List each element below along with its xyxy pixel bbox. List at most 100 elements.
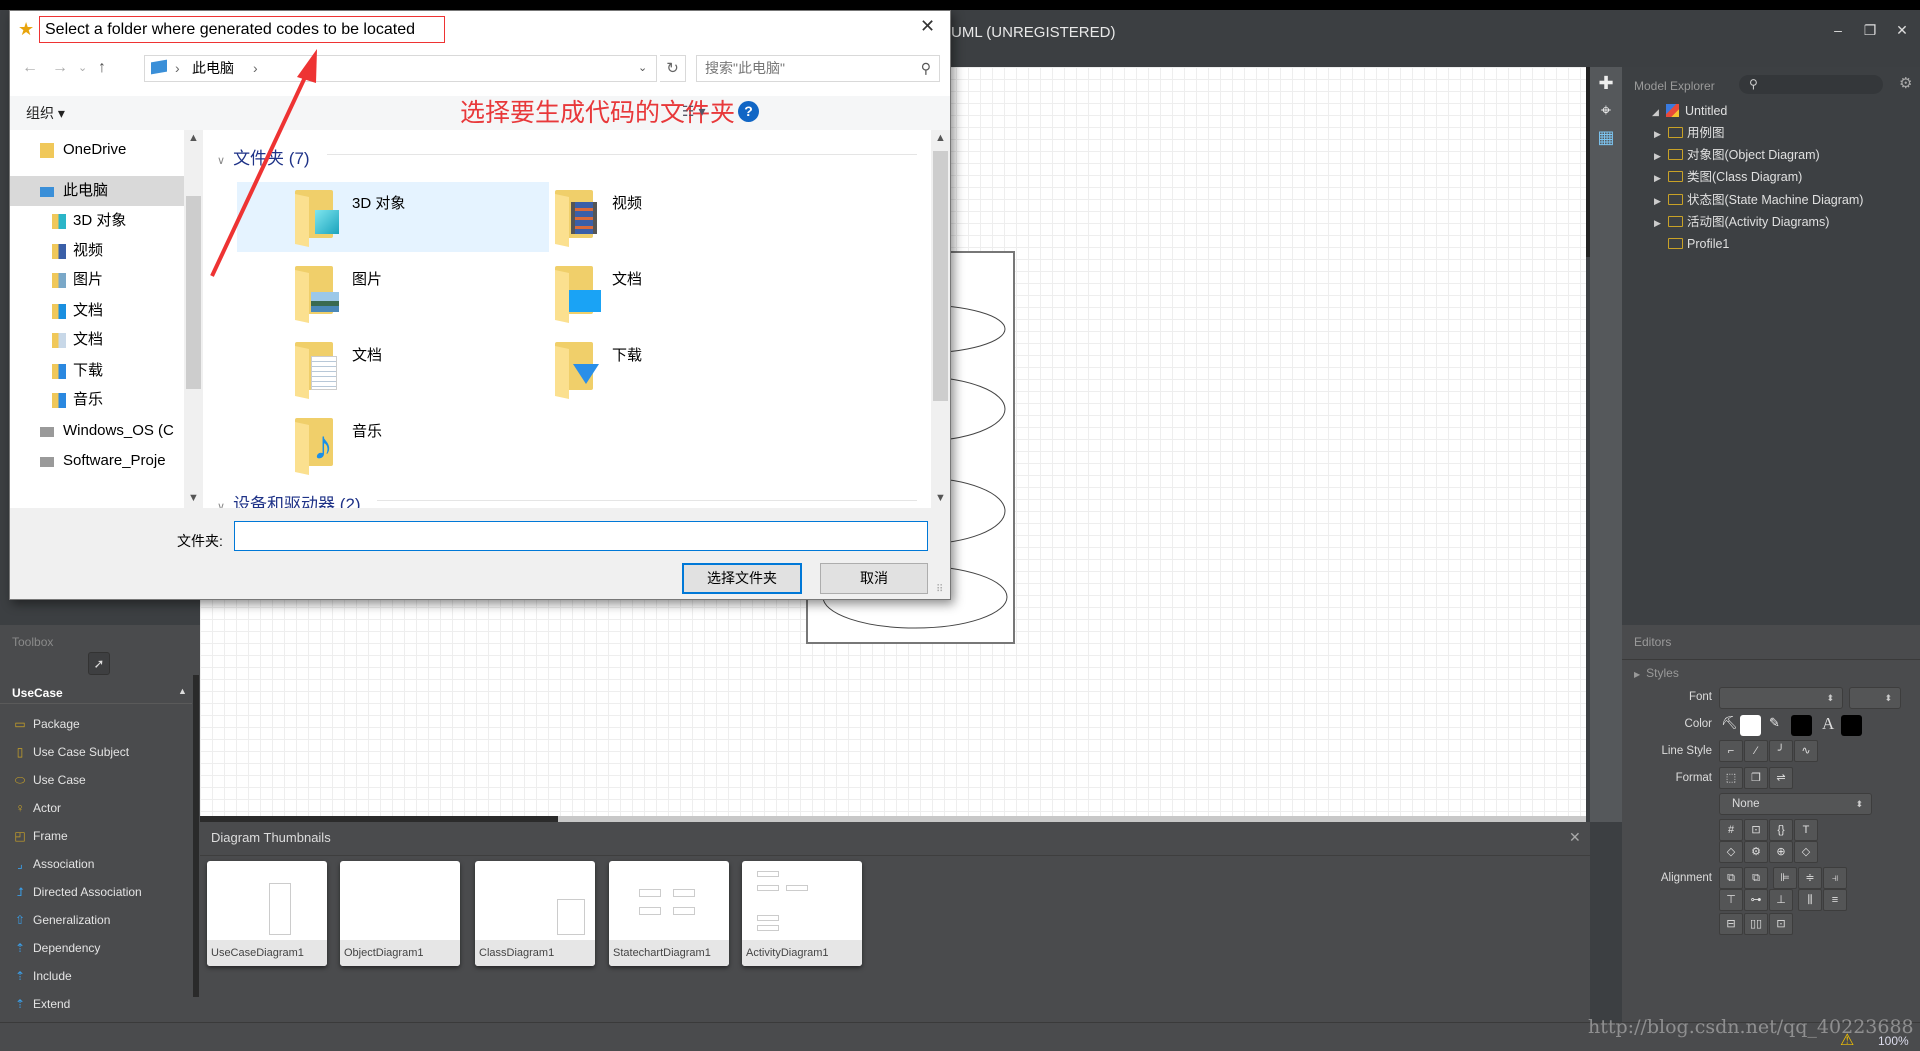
show-property-button[interactable]: ⊡ bbox=[1744, 819, 1768, 841]
toolbox-item-frame[interactable]: ◰ Frame bbox=[12, 825, 67, 847]
styles-section[interactable]: ▶ Styles bbox=[1634, 666, 1679, 680]
crosshair-icon[interactable]: ⌖ bbox=[1596, 100, 1616, 120]
expand-triangle-icon[interactable]: ▶ bbox=[1654, 168, 1668, 188]
diagram-thumbnail[interactable]: StatechartDiagram1 bbox=[609, 861, 729, 966]
toolbox-item-use-case[interactable]: ⬭ Use Case bbox=[12, 769, 86, 791]
same-width-button[interactable]: ▯▯ bbox=[1744, 913, 1768, 935]
shadow-button[interactable]: ❐ bbox=[1744, 767, 1768, 789]
folder-item[interactable]: 文档 bbox=[497, 258, 809, 328]
font-size-select[interactable]: ⬍ bbox=[1849, 687, 1901, 709]
breadcrumb-separator[interactable]: › bbox=[175, 56, 180, 81]
address-dropdown-button[interactable]: ⌄ bbox=[638, 56, 647, 81]
collapse-triangle-icon[interactable]: ◢ bbox=[1652, 102, 1666, 122]
tree-root[interactable]: ◢ Untitled bbox=[1652, 101, 1727, 121]
font-family-select[interactable]: ⬍ bbox=[1719, 687, 1843, 709]
address-bar[interactable]: › 此电脑 › ⌄ bbox=[144, 55, 657, 82]
toolbox-item-subject[interactable]: ▯ Use Case Subject bbox=[12, 741, 129, 763]
format-select[interactable]: None ⬍ bbox=[1719, 793, 1872, 815]
toolbox-item-package[interactable]: ▭ Package bbox=[12, 713, 79, 735]
model-explorer-search[interactable]: ⚲ bbox=[1739, 75, 1883, 94]
suppress-operations-button[interactable]: ⚙ bbox=[1744, 841, 1768, 863]
tree-item[interactable]: ▶ 类图(Class Diagram) bbox=[1654, 167, 1802, 187]
suppress-attributes-button[interactable]: ◇ bbox=[1719, 841, 1743, 863]
line-color-swatch[interactable] bbox=[1791, 715, 1812, 736]
cancel-button[interactable]: 取消 bbox=[820, 563, 928, 594]
toolbox-item-extend[interactable]: ⇡ Extend bbox=[12, 993, 70, 1015]
nav-item[interactable]: Software_Proje bbox=[10, 446, 184, 476]
resize-grip-icon[interactable]: ⠿ bbox=[936, 584, 943, 595]
space-vertical-button[interactable]: ≡ bbox=[1823, 889, 1847, 911]
nav-item[interactable]: 下载 bbox=[10, 356, 184, 386]
bring-to-front-button[interactable]: ⧉ bbox=[1719, 867, 1743, 889]
align-middle-button[interactable]: ⊶ bbox=[1744, 889, 1768, 911]
folder-item[interactable]: 下载 bbox=[497, 334, 809, 404]
expand-triangle-icon[interactable]: ▶ bbox=[1654, 146, 1668, 166]
fill-color-swatch[interactable] bbox=[1740, 715, 1761, 736]
toolbox-item-directed-association[interactable]: ⮥ Directed Association bbox=[12, 881, 141, 903]
drives-section-header[interactable]: ∨ 设备和驱动器 (2) bbox=[217, 490, 361, 508]
warning-icon[interactable]: ⚠ bbox=[1840, 1030, 1854, 1050]
show-namespace-button[interactable]: # bbox=[1719, 819, 1743, 841]
breadcrumb-this-pc[interactable]: 此电脑 bbox=[192, 56, 234, 81]
organize-menu[interactable]: 组织 ▾ bbox=[26, 103, 65, 123]
space-horizontal-button[interactable]: ⫼ bbox=[1798, 889, 1822, 911]
close-thumbnails-button[interactable]: ✕ bbox=[1569, 829, 1581, 846]
tree-item[interactable]: ▶ 状态图(State Machine Diagram) bbox=[1654, 190, 1863, 210]
line-style-rounded-button[interactable]: ╯ bbox=[1769, 740, 1793, 762]
forward-button[interactable]: → bbox=[52, 59, 68, 77]
minimize-button[interactable]: – bbox=[1828, 22, 1848, 38]
suppress-literals-button[interactable]: ◇ bbox=[1794, 841, 1818, 863]
nav-item[interactable]: OneDrive bbox=[10, 135, 184, 165]
close-app-button[interactable]: ✕ bbox=[1892, 22, 1912, 39]
toolbox-item-include[interactable]: ⇡ Include bbox=[12, 965, 72, 987]
diagram-thumbnail[interactable]: ClassDiagram1 bbox=[475, 861, 595, 966]
nav-item[interactable]: 此电脑 bbox=[10, 176, 184, 206]
up-button[interactable]: ↑ bbox=[98, 59, 106, 77]
nav-item[interactable]: 音乐 bbox=[10, 385, 184, 415]
tree-item[interactable]: Profile1 bbox=[1654, 234, 1729, 254]
diagram-thumbnail[interactable]: UseCaseDiagram1 bbox=[207, 861, 327, 966]
font-color-swatch[interactable] bbox=[1841, 715, 1862, 736]
show-type-button[interactable]: T bbox=[1794, 819, 1818, 841]
diagram-thumbnail[interactable]: ActivityDiagram1 bbox=[742, 861, 862, 966]
folder-item[interactable]: 视频 bbox=[497, 182, 809, 252]
toolbox-item-actor[interactable]: ♀ Actor bbox=[12, 797, 62, 819]
toolbox-scrollbar[interactable] bbox=[193, 675, 199, 997]
same-size-button[interactable]: ⊡ bbox=[1769, 913, 1793, 935]
word-wrap-button[interactable]: ⇌ bbox=[1769, 767, 1793, 789]
toolbox-item-dependency[interactable]: ⇡ Dependency bbox=[12, 937, 100, 959]
folder-item[interactable]: ♪ 音乐 bbox=[237, 410, 549, 480]
diagram-thumbnail[interactable]: ObjectDiagram1 bbox=[340, 861, 460, 966]
nav-item[interactable]: 3D 对象 bbox=[10, 206, 184, 236]
toolbox-item-association[interactable]: ⌟ Association bbox=[12, 853, 94, 875]
help-button[interactable]: ? bbox=[738, 101, 759, 122]
recent-locations-button[interactable]: ⌄ bbox=[78, 61, 87, 74]
folders-section-header[interactable]: ∨ 文件夹 (7) bbox=[217, 144, 310, 169]
show-operation-button[interactable]: {} bbox=[1769, 819, 1793, 841]
auto-resize-button[interactable]: ⬚ bbox=[1719, 767, 1743, 789]
collapse-triangle-icon[interactable]: ▲ bbox=[178, 686, 187, 696]
align-center-button[interactable]: ≑ bbox=[1798, 867, 1822, 889]
close-dialog-button[interactable]: ✕ bbox=[920, 16, 935, 37]
nav-item[interactable]: 图片 bbox=[10, 265, 184, 295]
expand-triangle-icon[interactable]: ▶ bbox=[1654, 124, 1668, 144]
extensions-puzzle-icon[interactable]: ✚ bbox=[1596, 73, 1616, 93]
line-style-curve-button[interactable]: ∿ bbox=[1794, 740, 1818, 762]
align-bottom-button[interactable]: ⊥ bbox=[1769, 889, 1793, 911]
tree-item[interactable]: ▶ 活动图(Activity Diagrams) bbox=[1654, 212, 1829, 232]
breadcrumb-separator[interactable]: › bbox=[253, 56, 258, 81]
toolbox-item-generalization[interactable]: ⇧ Generalization bbox=[12, 909, 110, 931]
align-left-button[interactable]: ⊫ bbox=[1773, 867, 1797, 889]
line-style-rectilinear-button[interactable]: ⌐ bbox=[1719, 740, 1743, 762]
nav-item[interactable]: 文档 bbox=[10, 325, 184, 355]
navigation-pane-scrollbar[interactable]: ▲ ▼ bbox=[184, 130, 203, 508]
nav-item[interactable]: 文档 bbox=[10, 296, 184, 326]
back-button[interactable]: ← bbox=[22, 59, 38, 77]
tree-item[interactable]: ▶ 对象图(Object Diagram) bbox=[1654, 145, 1820, 165]
nav-item[interactable]: Windows_OS (C bbox=[10, 416, 184, 446]
toolbox-group-usecase[interactable]: UseCase bbox=[12, 686, 63, 700]
expand-triangle-icon[interactable]: ▶ bbox=[1654, 213, 1668, 233]
search-input[interactable]: 搜索"此电脑" ⚲ bbox=[696, 55, 940, 82]
model-explorer-grid-icon[interactable]: ▦ bbox=[1596, 127, 1616, 147]
nav-item[interactable]: 视频 bbox=[10, 236, 184, 266]
